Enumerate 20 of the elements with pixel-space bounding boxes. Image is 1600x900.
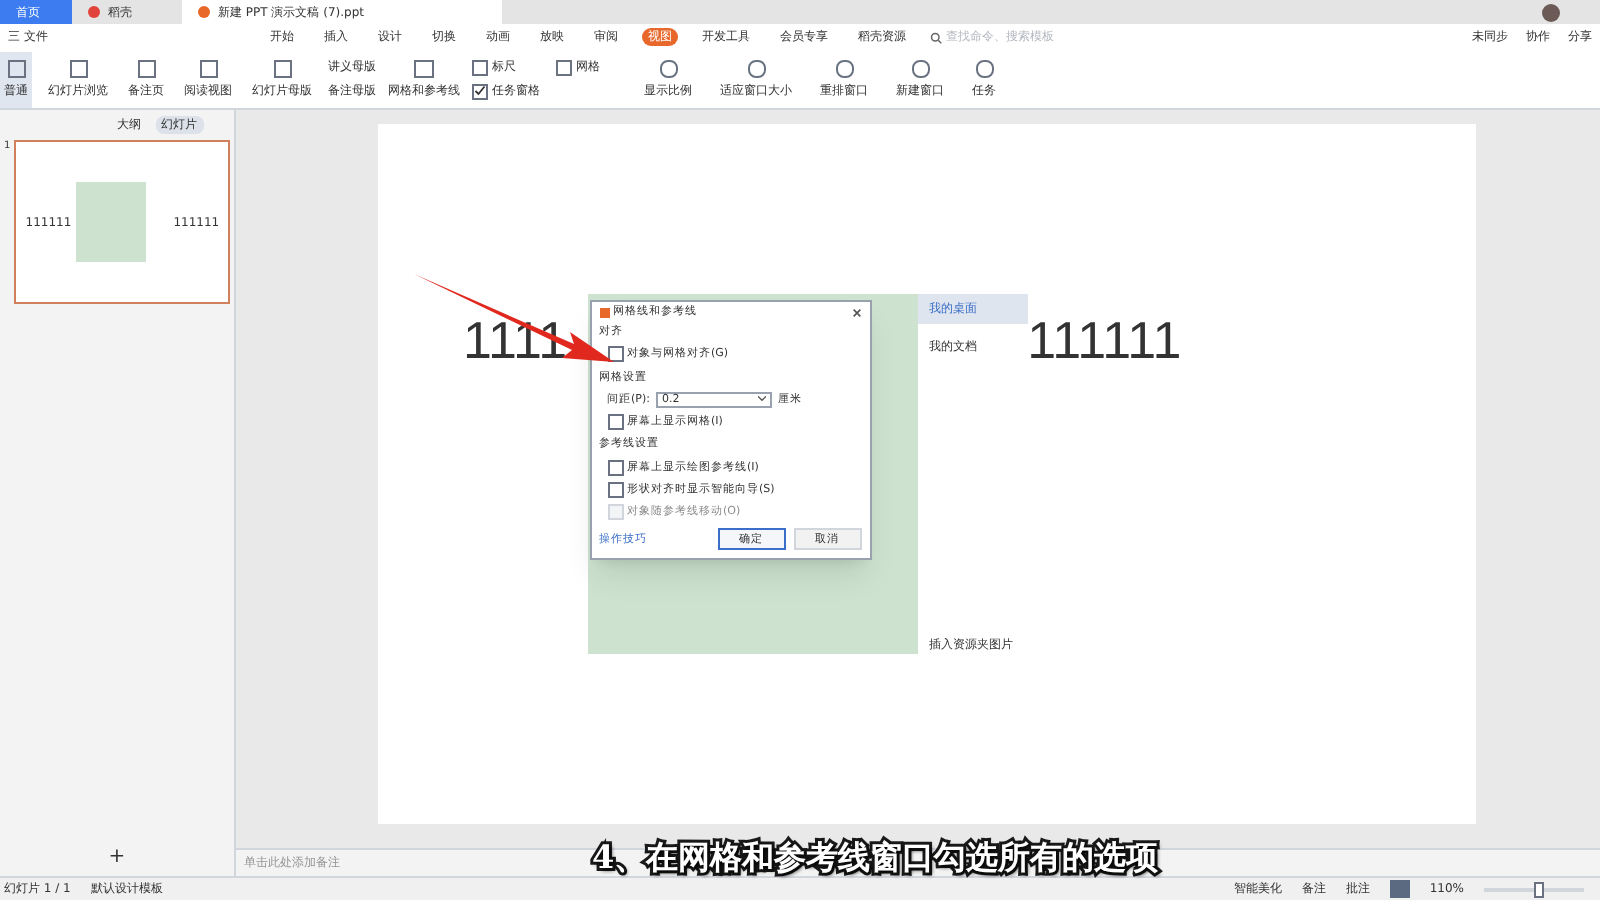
- add-slide-button[interactable]: +: [108, 842, 126, 872]
- close-icon[interactable]: [851, 308, 861, 318]
- thumbnail-panel: [75, 182, 146, 262]
- checkbox[interactable]: [607, 481, 623, 498]
- caret-icon: [757, 396, 766, 403]
- slide-text: 1111: [463, 314, 568, 366]
- checkbox[interactable]: [607, 346, 623, 363]
- play-button[interactable]: [1389, 880, 1410, 898]
- checkbox[interactable]: [607, 459, 623, 476]
- search-icon: [929, 31, 942, 43]
- avatar-icon[interactable]: [1542, 3, 1560, 21]
- checkbox[interactable]: [472, 59, 488, 75]
- app-icon: [198, 6, 210, 18]
- app-icon: [599, 308, 609, 318]
- app-icon: [88, 6, 100, 18]
- checkbox[interactable]: [556, 59, 572, 75]
- checkbox[interactable]: [607, 414, 623, 431]
- slide-text: 111111: [1027, 314, 1182, 366]
- slider-thumb[interactable]: [1534, 881, 1544, 897]
- checkbox[interactable]: [472, 83, 488, 99]
